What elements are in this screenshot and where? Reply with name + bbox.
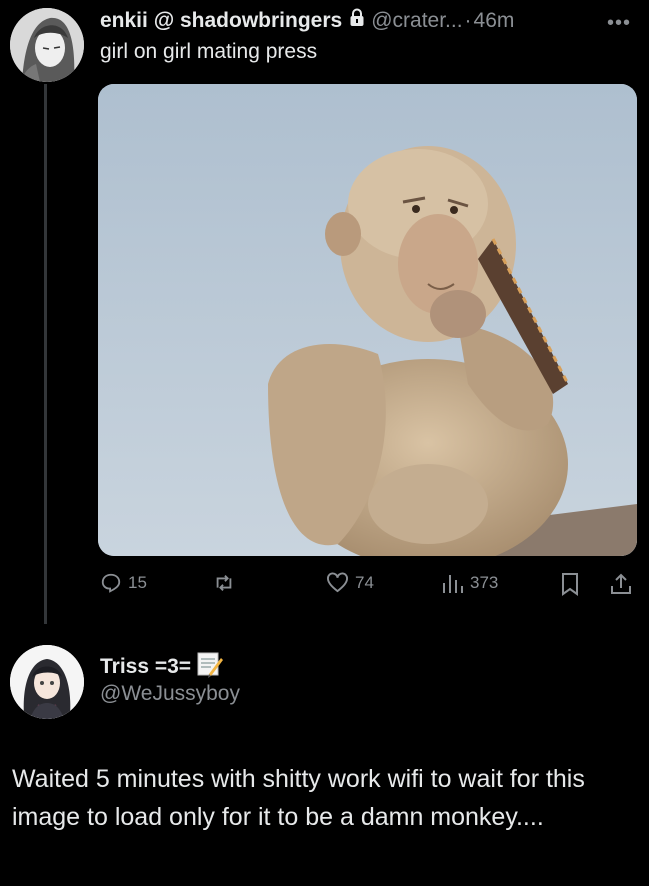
views-button[interactable]: 373 <box>440 572 498 594</box>
reply-icon <box>101 573 121 593</box>
anime-girl-avatar <box>10 645 84 719</box>
author-handle[interactable]: @crater... <box>371 9 462 33</box>
reply-count: 15 <box>128 573 147 592</box>
monkey-photo <box>98 84 637 556</box>
memo-icon <box>195 650 224 684</box>
lock-icon <box>349 8 365 33</box>
tweet-media-image[interactable] <box>98 84 637 556</box>
bookmark-button[interactable] <box>560 572 580 596</box>
share-icon <box>611 573 631 594</box>
like-count: 74 <box>355 572 374 592</box>
anime-character-avatar <box>10 8 84 82</box>
tweet-timestamp[interactable]: 46m <box>474 9 515 33</box>
reply-header: Triss =3= <box>100 650 224 684</box>
reply-button[interactable]: 15 <box>100 572 147 594</box>
heart-icon <box>327 572 348 593</box>
reply-handle[interactable]: @WeJussyboy <box>100 682 240 706</box>
repost-icon <box>216 575 232 591</box>
like-button[interactable]: 74 <box>326 572 374 593</box>
tweet-avatar[interactable] <box>10 8 84 82</box>
tweet-header: enkii @ shadowbringers @crater... · 46m <box>100 8 514 33</box>
share-button[interactable] <box>610 572 632 596</box>
thread-line <box>44 84 47 624</box>
tweet-text: girl on girl mating press <box>100 40 318 63</box>
views-bar-chart-icon <box>443 575 463 593</box>
separator-dot: · <box>464 8 472 32</box>
more-options-icon[interactable]: ••• <box>607 12 631 35</box>
reply-avatar[interactable] <box>10 645 84 719</box>
bookmark-icon <box>562 573 578 596</box>
views-count: 373 <box>470 573 499 592</box>
tweet-actions: 15 74 373 <box>0 572 649 602</box>
reply-text: Waited 5 minutes with shitty work wifi t… <box>12 765 585 831</box>
reply-display-name[interactable]: Triss =3= <box>100 655 191 679</box>
author-display-name[interactable]: enkii @ shadowbringers <box>100 9 342 33</box>
repost-button[interactable] <box>212 572 242 594</box>
